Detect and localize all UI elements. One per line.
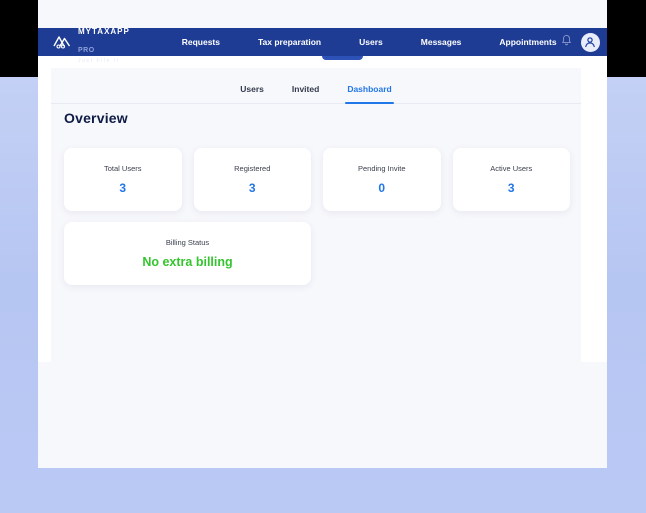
lower-content-region <box>38 362 607 468</box>
stat-value: 3 <box>119 181 126 195</box>
bell-icon[interactable] <box>561 33 572 51</box>
logo-text: MYTAXAPP PRO Just File It <box>78 21 130 64</box>
tab-users[interactable]: Users <box>238 80 266 103</box>
stat-label: Registered <box>234 164 270 173</box>
tab-dashboard[interactable]: Dashboard <box>345 80 393 103</box>
nav-item-users[interactable]: Users <box>355 28 387 56</box>
nav-item-messages[interactable]: Messages <box>417 28 466 56</box>
stats-row: Total Users 3 Registered 3 Pending Invit… <box>64 148 570 211</box>
stat-card-registered: Registered 3 <box>194 148 312 211</box>
stat-label: Total Users <box>104 164 142 173</box>
black-backdrop-right <box>607 0 646 77</box>
logo-tagline: Just File It <box>78 58 130 64</box>
mountain-logo-icon <box>51 34 73 50</box>
billing-status-label: Billing Status <box>166 238 209 247</box>
black-backdrop-left <box>0 0 38 77</box>
page-background: MYTAXAPP PRO Just File It Requests Tax p… <box>0 0 646 513</box>
logo-pro-badge: PRO <box>78 47 95 54</box>
main-navbar: MYTAXAPP PRO Just File It Requests Tax p… <box>38 28 607 56</box>
dashboard-tabs: Users Invited Dashboard <box>51 80 581 104</box>
overview-heading: Overview <box>64 110 128 126</box>
users-dashboard-panel: Users Invited Dashboard Overview Total U… <box>51 68 581 362</box>
billing-status-card: Billing Status No extra billing <box>64 222 311 285</box>
stat-value: 0 <box>378 181 385 195</box>
user-avatar[interactable] <box>581 33 600 52</box>
stat-card-active-users: Active Users 3 <box>453 148 571 211</box>
app-logo[interactable]: MYTAXAPP PRO Just File It <box>51 21 130 64</box>
stat-label: Active Users <box>490 164 532 173</box>
stat-card-pending-invite: Pending Invite 0 <box>323 148 441 211</box>
tab-invited[interactable]: Invited <box>290 80 321 103</box>
billing-status-value: No extra billing <box>142 255 232 269</box>
stat-value: 3 <box>508 181 515 195</box>
stat-value: 3 <box>249 181 256 195</box>
nav-users-active-indicator <box>322 56 363 60</box>
nav-item-requests[interactable]: Requests <box>178 28 224 56</box>
navbar-right-controls <box>561 33 600 52</box>
stat-label: Pending Invite <box>358 164 406 173</box>
app-window: MYTAXAPP PRO Just File It Requests Tax p… <box>38 0 607 468</box>
nav-item-appointments[interactable]: Appointments <box>495 28 560 56</box>
stat-card-total-users: Total Users 3 <box>64 148 182 211</box>
nav-items: Requests Tax preparation Users Messages … <box>178 28 561 56</box>
nav-item-tax-preparation[interactable]: Tax preparation <box>254 28 325 56</box>
logo-app-name: MYTAXAPP <box>78 27 130 36</box>
person-icon <box>584 36 596 48</box>
